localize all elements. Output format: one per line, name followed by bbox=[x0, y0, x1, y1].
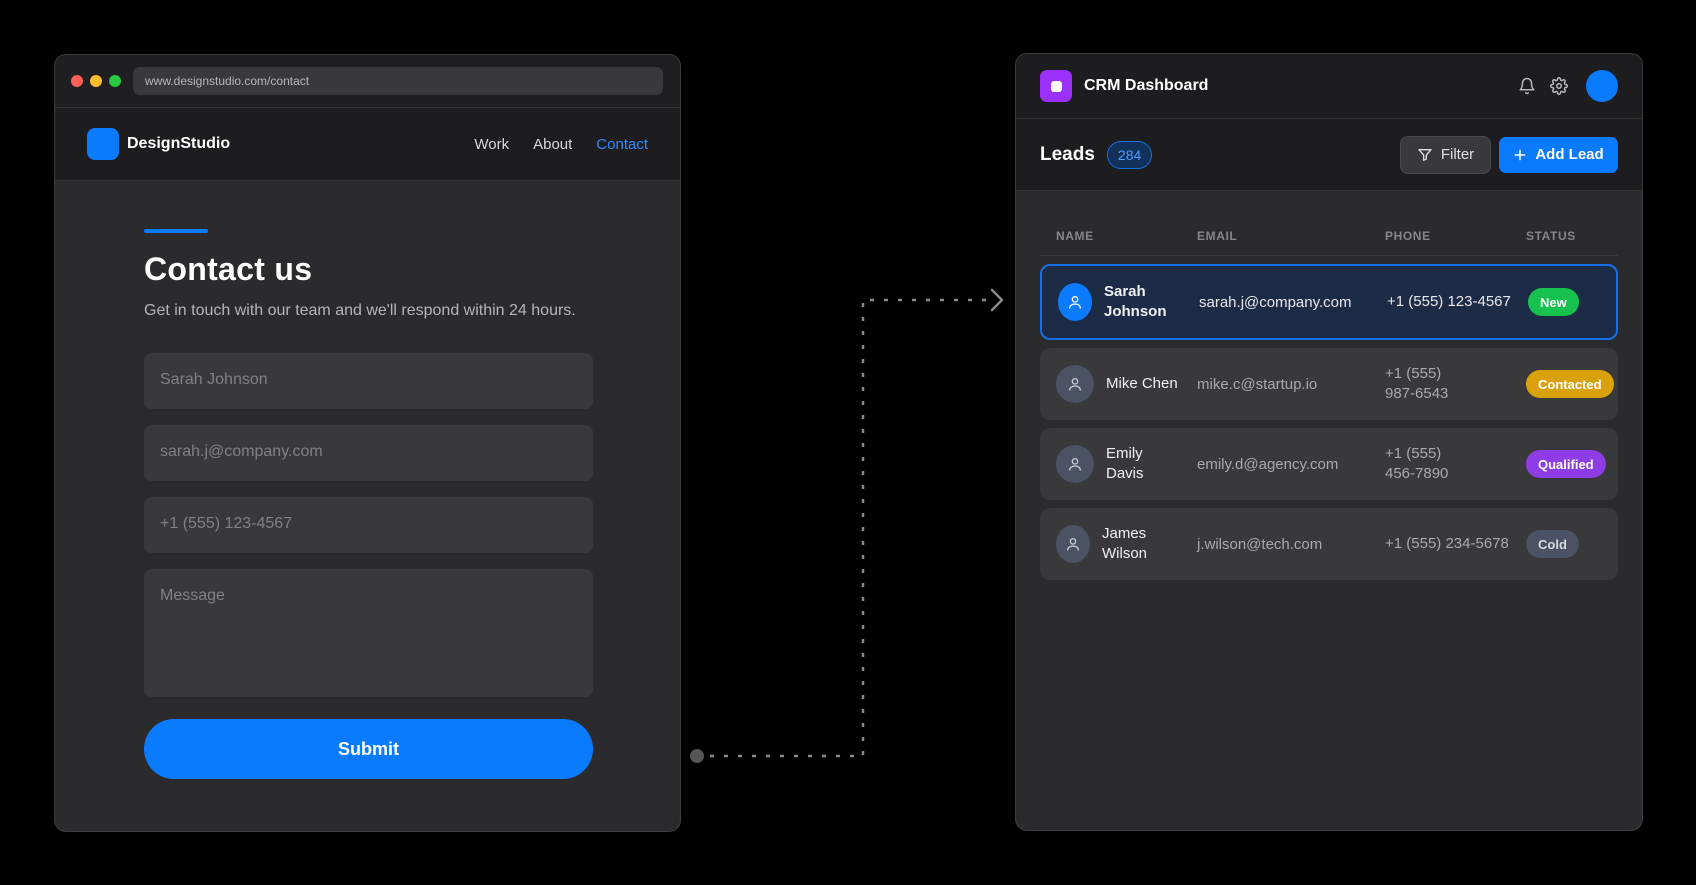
plus-icon bbox=[1514, 149, 1526, 160]
site-header: DesignStudio Work About Contact bbox=[55, 108, 680, 181]
leads-title: Leads bbox=[1040, 143, 1095, 165]
crm-window: CRM Dashboard Leads 284 Filter Add Lead … bbox=[1015, 53, 1643, 831]
lead-email: mike.c@startup.io bbox=[1197, 375, 1318, 393]
browser-window: www.designstudio.com/contact DesignStudi… bbox=[54, 54, 681, 832]
stage: www.designstudio.com/contact DesignStudi… bbox=[0, 0, 1696, 885]
filter-icon bbox=[1418, 148, 1432, 161]
nav-link-about[interactable]: About bbox=[533, 136, 572, 153]
nav-link-work[interactable]: Work bbox=[474, 136, 509, 153]
address-bar[interactable]: www.designstudio.com/contact bbox=[133, 67, 663, 95]
email-field[interactable]: sarah.j@company.com bbox=[144, 425, 593, 481]
logo-icon[interactable] bbox=[87, 128, 119, 160]
user-avatar[interactable] bbox=[1586, 70, 1618, 102]
lead-name: Emily Davis bbox=[1106, 445, 1144, 482]
connector-arrow-icon bbox=[990, 288, 1004, 312]
add-lead-button-label: Add Lead bbox=[1535, 146, 1604, 163]
site-nav: Work About Contact bbox=[474, 136, 648, 153]
user-icon bbox=[1058, 283, 1092, 321]
filter-button-label: Filter bbox=[1440, 146, 1475, 163]
name-field[interactable]: Sarah Johnson bbox=[144, 353, 593, 409]
page-subtitle: Get in touch with our team and we'll res… bbox=[144, 302, 576, 319]
browser-chrome: www.designstudio.com/contact bbox=[55, 55, 680, 108]
lead-name: James Wilson bbox=[1102, 525, 1148, 562]
status-badge: Cold bbox=[1526, 530, 1579, 558]
phone-field[interactable]: +1 (555) 123-4567 bbox=[144, 497, 593, 553]
lead-name-cell: Emily Davis bbox=[1056, 444, 1197, 484]
lead-name-cell: Sarah Johnson bbox=[1058, 282, 1199, 322]
header-actions bbox=[1516, 70, 1618, 102]
crm-header: CRM Dashboard bbox=[1016, 54, 1642, 119]
leads-table: NAME EMAIL PHONE STATUS Sarah Johnson sa… bbox=[1016, 191, 1642, 580]
lead-phone: +1 (555) 987-6543 bbox=[1385, 365, 1449, 402]
contact-section: Contact us Get in touch with our team an… bbox=[55, 181, 680, 779]
column-header-email[interactable]: EMAIL bbox=[1197, 229, 1385, 243]
lead-email: emily.d@agency.com bbox=[1197, 455, 1339, 473]
nav-link-contact[interactable]: Contact bbox=[596, 136, 648, 153]
leads-count-badge: 284 bbox=[1106, 140, 1153, 169]
table-header: NAME EMAIL PHONE STATUS bbox=[1040, 191, 1618, 256]
app-title: CRM Dashboard bbox=[1084, 77, 1209, 94]
column-header-phone[interactable]: PHONE bbox=[1385, 229, 1526, 243]
bell-icon[interactable] bbox=[1516, 75, 1538, 97]
column-header-status[interactable]: STATUS bbox=[1526, 229, 1576, 243]
status-badge: Contacted bbox=[1526, 370, 1614, 398]
submit-button[interactable]: Submit bbox=[144, 719, 593, 779]
user-icon bbox=[1056, 525, 1090, 563]
column-header-name[interactable]: NAME bbox=[1056, 229, 1197, 243]
table-row[interactable]: James Wilson j.wilson@tech.com +1 (555) … bbox=[1040, 508, 1618, 580]
connector-start-dot bbox=[690, 749, 704, 763]
table-row[interactable]: Mike Chen mike.c@startup.io +1 (555) 987… bbox=[1040, 348, 1618, 420]
status-badge: Qualified bbox=[1526, 450, 1606, 478]
maximize-window-dot[interactable] bbox=[109, 75, 121, 87]
table-row[interactable]: Sarah Johnson sarah.j@company.com +1 (55… bbox=[1040, 264, 1618, 340]
status-badge: New bbox=[1528, 288, 1579, 316]
minimize-window-dot[interactable] bbox=[90, 75, 102, 87]
filter-button[interactable]: Filter bbox=[1400, 135, 1491, 174]
lead-phone: +1 (555) 456-7890 bbox=[1385, 445, 1449, 482]
lead-email: j.wilson@tech.com bbox=[1197, 535, 1323, 553]
user-icon bbox=[1056, 445, 1094, 483]
app-logo-icon bbox=[1040, 70, 1072, 102]
lead-name: Sarah Johnson bbox=[1104, 283, 1167, 320]
lead-phone: +1 (555) 123-4567 bbox=[1387, 293, 1511, 310]
lead-name: Mike Chen bbox=[1106, 375, 1178, 392]
user-icon bbox=[1056, 365, 1094, 403]
close-window-dot[interactable] bbox=[71, 75, 83, 87]
brand-name[interactable]: DesignStudio bbox=[127, 135, 230, 153]
message-field[interactable]: Message bbox=[144, 569, 593, 697]
add-lead-button[interactable]: Add Lead bbox=[1499, 136, 1618, 173]
connector-line bbox=[710, 298, 992, 758]
lead-name-cell: James Wilson bbox=[1056, 524, 1197, 564]
title-accent-bar bbox=[144, 229, 208, 233]
page-title: Contact us bbox=[144, 251, 313, 287]
lead-phone: +1 (555) 234-5678 bbox=[1385, 535, 1509, 552]
lead-name-cell: Mike Chen bbox=[1056, 365, 1197, 403]
leads-toolbar: Leads 284 Filter Add Lead bbox=[1016, 119, 1642, 191]
table-row[interactable]: Emily Davis emily.d@agency.com +1 (555) … bbox=[1040, 428, 1618, 500]
gear-icon[interactable] bbox=[1548, 75, 1570, 97]
lead-email: sarah.j@company.com bbox=[1199, 293, 1352, 311]
